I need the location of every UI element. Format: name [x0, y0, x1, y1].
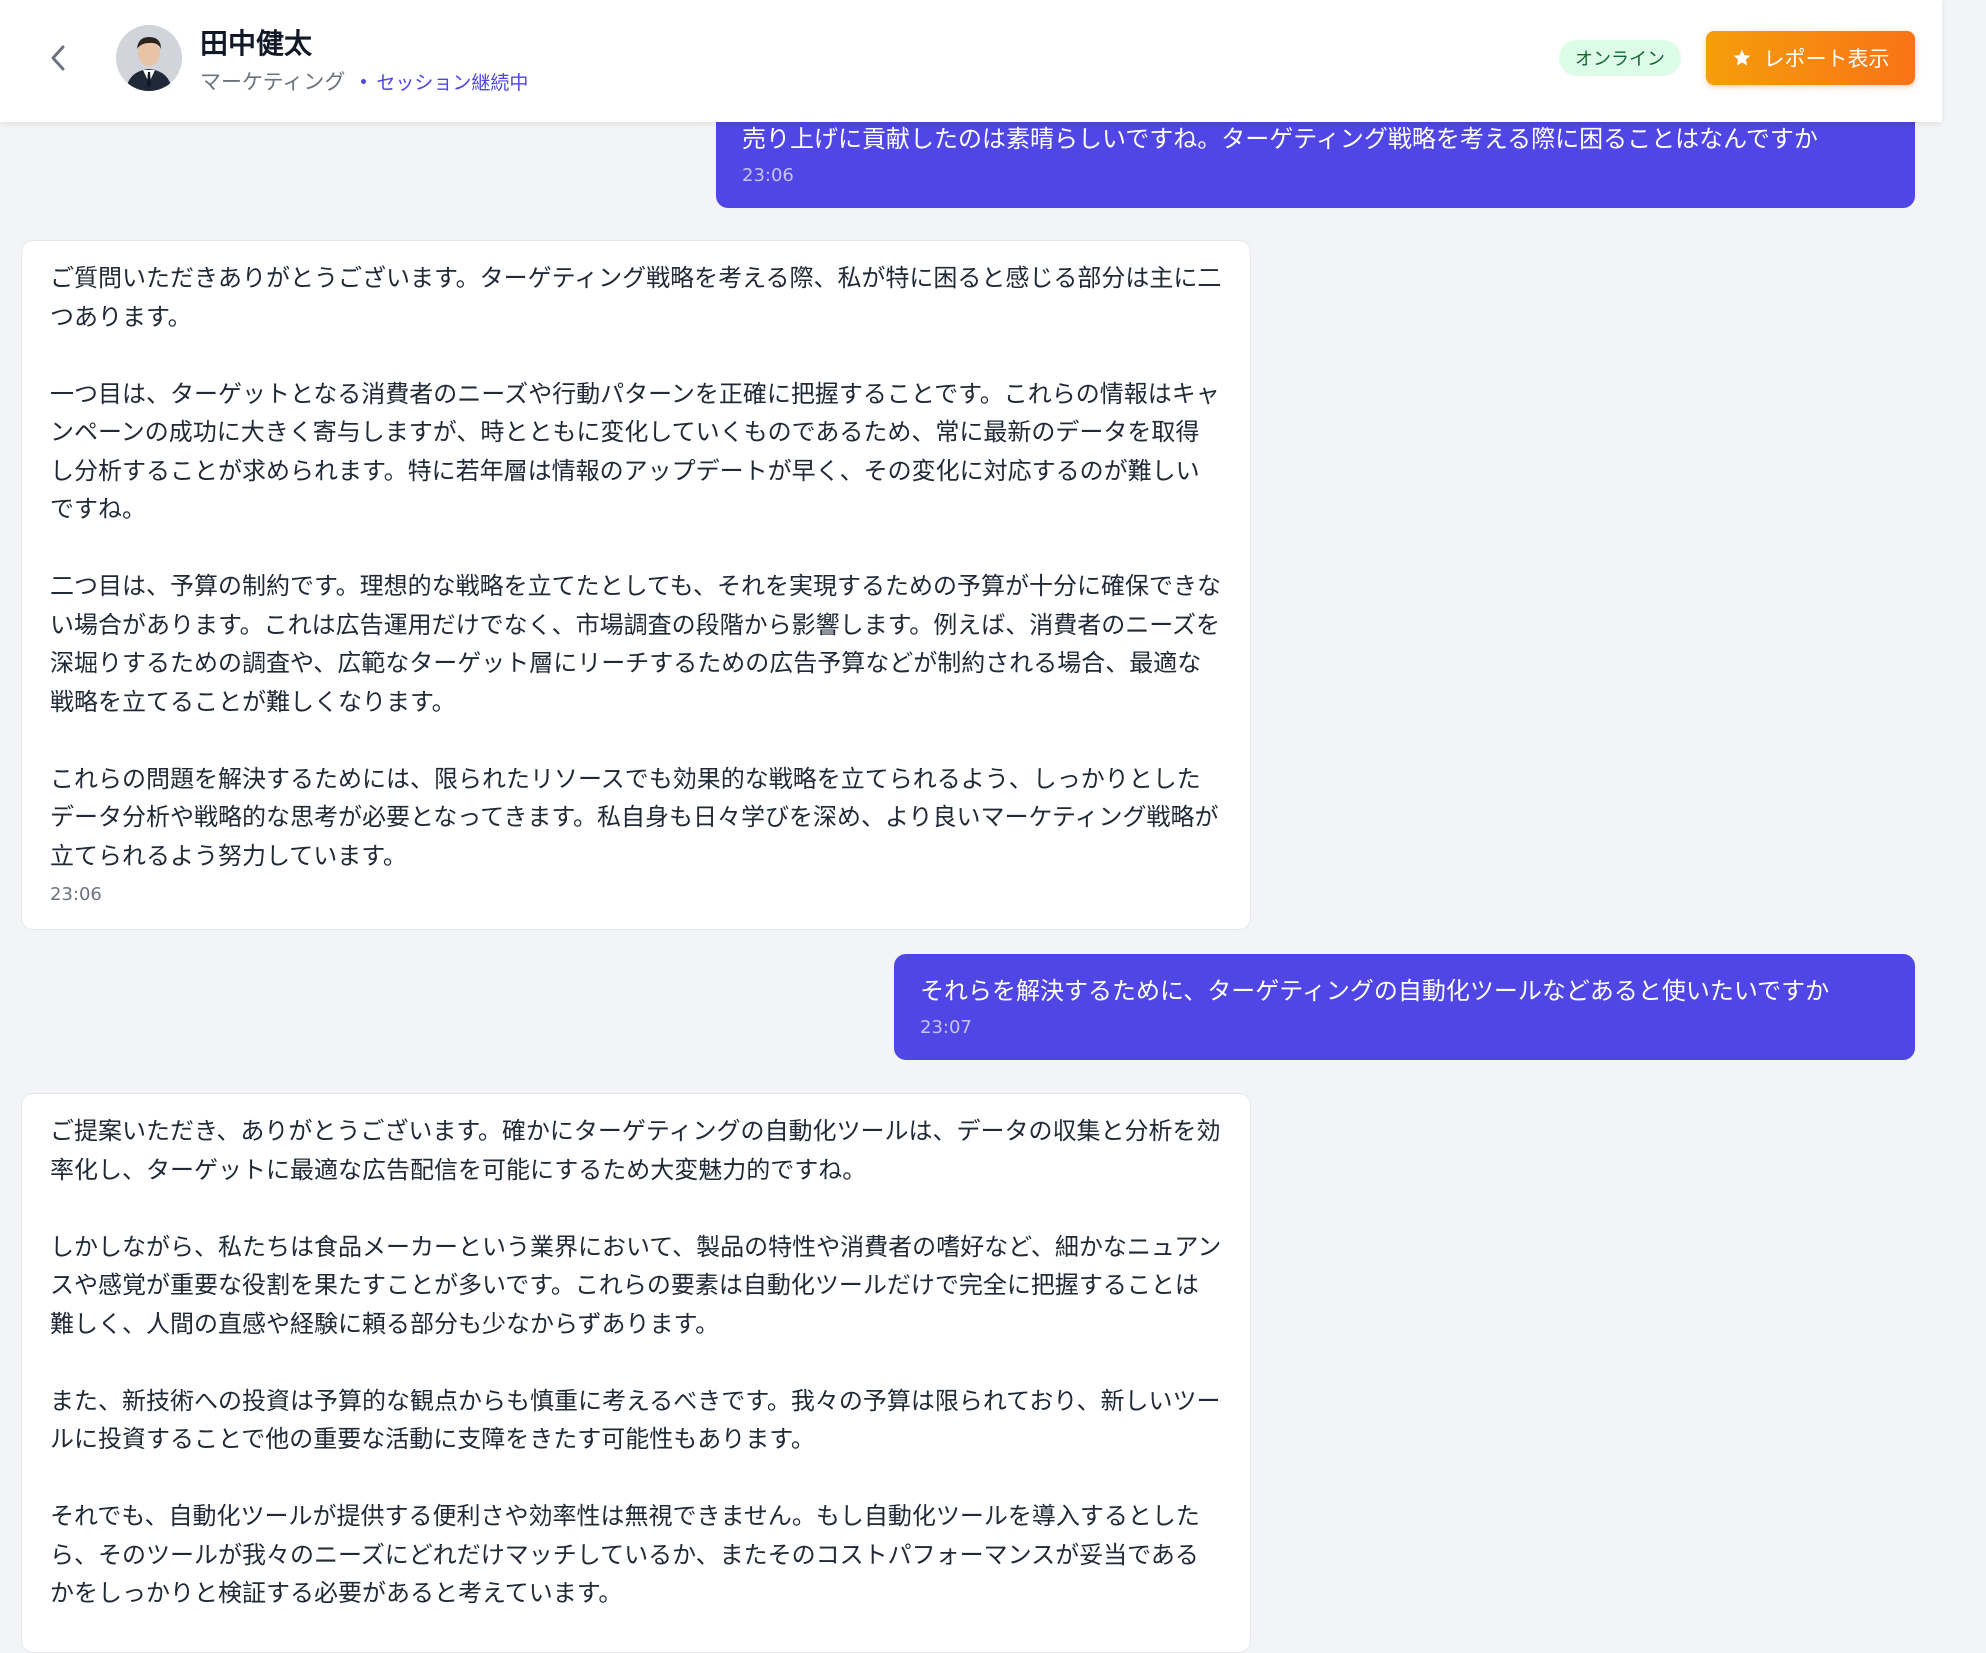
message-paragraph: 二つ目は、予算の制約です。理想的な戦略を立てたとしても、それを実現するための予算… [50, 572, 1221, 716]
online-badge: オンライン [1559, 40, 1681, 76]
message-paragraph: これらの問題を解決するためには、限られたリソースでも効果的な戦略を立てられるよう… [50, 764, 1219, 870]
contact-name: 田中健太 [200, 27, 313, 60]
user-message: それらを解決するために、ターゲティングの自動化ツールなどあると使いたいですか 2… [894, 954, 1915, 1060]
star-icon [1732, 48, 1752, 68]
department-label: マーケティング [200, 70, 346, 94]
avatar [116, 25, 182, 91]
contact-subtitle: マーケティング セッション継続中 [200, 66, 528, 96]
assistant-message: ご質問いただきありがとうございます。ターゲティング戦略を考える際、私が特に困ると… [21, 240, 1251, 930]
session-status: セッション継続中 [361, 68, 528, 95]
report-button-label: レポート表示 [1763, 47, 1890, 71]
message-paragraph: また、新技術への投資は予算的な観点からも慎重に考えるべきです。我々の予算は限られ… [50, 1386, 1221, 1454]
message-paragraph: それでも、自動化ツールが提供する便利さや効率性は無視できません。もし自動化ツール… [50, 1502, 1200, 1607]
back-button[interactable] [38, 38, 78, 78]
message-time: 23:06 [742, 165, 794, 186]
assistant-message: ご提案いただき、ありがとうございます。確かにターゲティングの自動化ツールは、デー… [21, 1093, 1251, 1653]
message-text: それらを解決するために、ターゲティングの自動化ツールなどあると使いたいですか [920, 977, 1830, 1005]
chevron-left-icon [51, 45, 65, 71]
report-button[interactable]: レポート表示 [1706, 31, 1915, 85]
message-paragraph: しかしながら、私たちは食品メーカーという業界において、製品の特性や消費者の嗜好な… [50, 1232, 1222, 1338]
message-time: 23:06 [50, 884, 102, 905]
message-paragraph: ご質問いただきありがとうございます。ターゲティング戦略を考える際、私が特に困ると… [50, 264, 1222, 331]
message-text: 売り上げに貢献したのは素晴らしいですね。ターゲティング戦略を考える際に困ることは… [742, 125, 1818, 153]
session-status-label: セッション継続中 [376, 71, 529, 94]
chat-header: 田中健太 マーケティング セッション継続中 オンライン レポート表示 [0, 0, 1942, 122]
message-time: 23:07 [920, 1017, 972, 1038]
status-dot-icon [361, 78, 367, 84]
message-paragraph: 一つ目は、ターゲットとなる消費者のニーズや行動パターンを正確に把握することです。… [50, 379, 1220, 524]
message-paragraph: ご提案いただき、ありがとうございます。確かにターゲティングの自動化ツールは、デー… [50, 1117, 1221, 1184]
